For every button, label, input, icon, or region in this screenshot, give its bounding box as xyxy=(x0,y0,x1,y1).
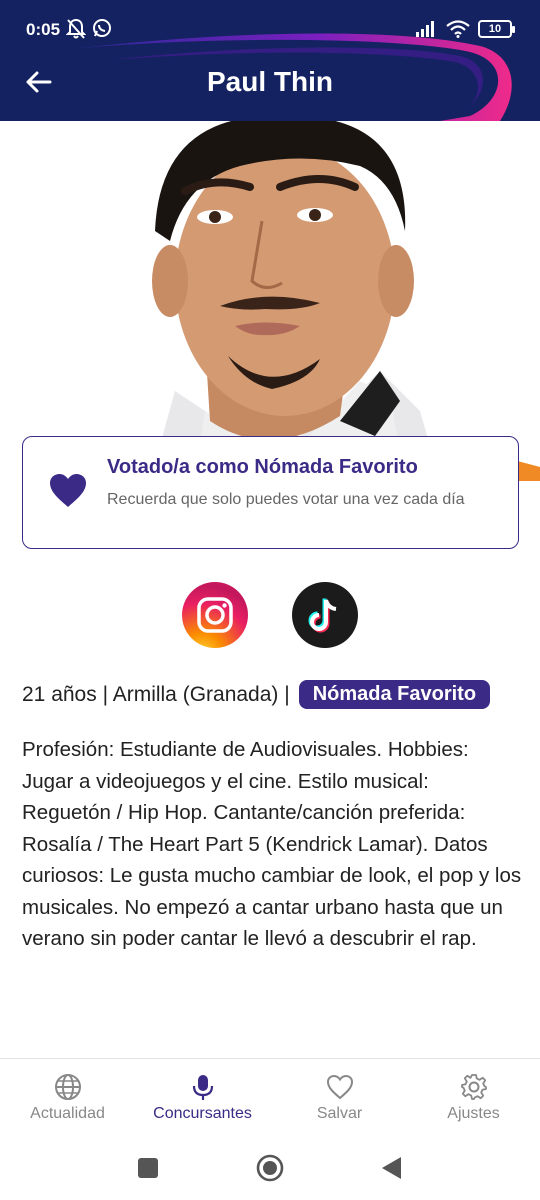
vote-status-subtitle: Recuerda que solo puedes votar una vez c… xyxy=(107,491,465,508)
globe-icon xyxy=(54,1074,81,1100)
instagram-icon xyxy=(197,597,233,633)
whatsapp-icon xyxy=(93,19,111,37)
recent-apps-icon[interactable] xyxy=(137,1157,159,1179)
contestant-portrait-image xyxy=(150,121,540,481)
home-icon[interactable] xyxy=(256,1154,284,1182)
nav-item-actualidad[interactable]: Actualidad xyxy=(0,1059,135,1143)
tiktok-button[interactable] xyxy=(292,582,358,648)
instagram-button[interactable] xyxy=(182,582,248,648)
contestant-bio: Profesión: Estudiante de Audiovisuales. … xyxy=(22,738,522,950)
nav-label-salvar: Salvar xyxy=(316,1105,363,1122)
battery-indicator: 10 xyxy=(478,20,515,38)
contestant-details: 21 años | Armilla (Granada) | xyxy=(22,682,290,706)
nav-item-concursantes[interactable]: Concursantes xyxy=(135,1059,270,1143)
back-triangle-icon[interactable] xyxy=(380,1155,404,1181)
gear-icon xyxy=(460,1074,487,1100)
nav-label-actualidad: Actualidad xyxy=(30,1105,105,1122)
nav-item-salvar[interactable]: Salvar xyxy=(272,1059,407,1143)
nav-item-ajustes[interactable]: Ajustes xyxy=(406,1059,540,1143)
nav-label-ajustes: Ajustes xyxy=(447,1105,500,1122)
tiktok-icon xyxy=(308,598,337,633)
app-header: 0:05 10 Paul Thin xyxy=(0,0,540,121)
status-bar: 0:05 10 xyxy=(0,0,540,60)
notifications-off-icon xyxy=(66,18,86,39)
signal-icon xyxy=(416,21,434,37)
contestant-photo xyxy=(0,121,540,481)
vote-status-title: Votado/a como Nómada Favorito xyxy=(107,456,418,478)
nav-label-concursantes: Concursantes xyxy=(153,1105,252,1122)
system-navigation-bar xyxy=(0,1142,540,1200)
page-title: Paul Thin xyxy=(207,66,333,97)
vote-status-card: Votado/a como Nómada Favorito Recuerda q… xyxy=(22,436,519,549)
wifi-icon xyxy=(446,20,470,38)
microphone-icon xyxy=(192,1075,213,1100)
bottom-navigation: Actualidad Concursantes Salvar Ajustes xyxy=(0,1058,540,1142)
heart-filled-icon xyxy=(50,474,86,507)
category-badge: Nómada Favorito xyxy=(298,680,491,709)
status-time: 0:05 xyxy=(26,20,61,39)
heart-outline-icon xyxy=(326,1074,353,1100)
contestant-info-line: 21 años | Armilla (Granada) | Nómada Fav… xyxy=(22,680,491,709)
